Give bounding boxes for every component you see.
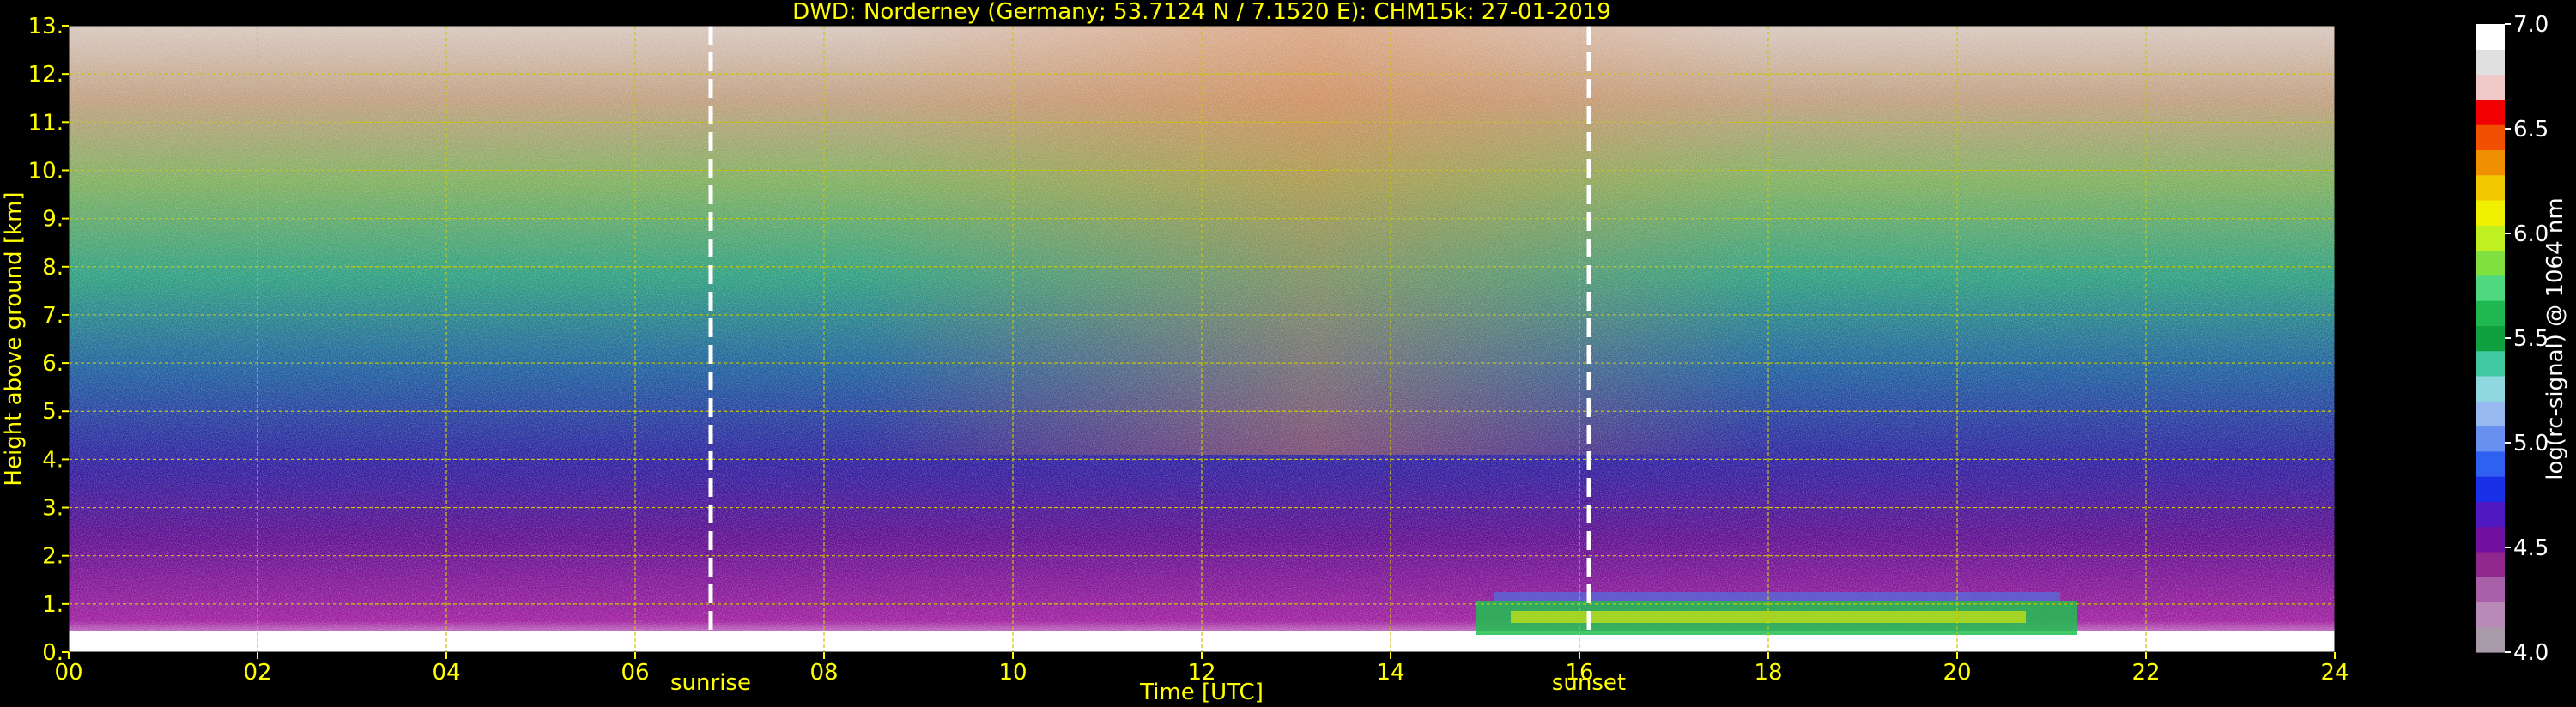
colorbar-segment xyxy=(2476,99,2505,125)
colorbar-segment xyxy=(2476,526,2505,553)
y-tick-label: 5. xyxy=(42,399,64,425)
colorbar-segment xyxy=(2476,74,2505,100)
colorbar-segment xyxy=(2476,225,2505,251)
chart-title: DWD: Norderney (Germany; 53.7124 N / 7.1… xyxy=(792,0,1611,25)
x-tick-label: 24 xyxy=(2320,660,2349,686)
colorbar-segment xyxy=(2476,375,2505,402)
colorbar-segment xyxy=(2476,250,2505,276)
x-tick-label: 10 xyxy=(998,660,1027,686)
colorbar-segment xyxy=(2476,49,2505,76)
y-tick-label: 9. xyxy=(42,207,64,233)
x-axis-label: Time [UTC] xyxy=(1139,680,1264,705)
x-tick-label: 22 xyxy=(2131,660,2160,686)
colorbar-segment xyxy=(2476,450,2505,477)
colorbar-segment xyxy=(2476,24,2505,50)
y-tick-label: 11. xyxy=(28,110,64,136)
colorbar-segment xyxy=(2476,124,2505,150)
x-tick-label: 06 xyxy=(621,660,649,686)
colorbar-segment xyxy=(2476,149,2505,176)
x-tick-label: 16 xyxy=(1565,660,1593,686)
colorbar-tick-label: 4.5 xyxy=(2513,535,2549,561)
colorbar-segment xyxy=(2476,199,2505,226)
ceilometer-figure: sunrise sunset 00 02 04 06 08 10 12 14 16 18 20 22 24… xyxy=(1,0,2568,705)
colorbar-tick-label: 4.0 xyxy=(2513,640,2549,666)
y-tick-label: 13. xyxy=(28,14,64,39)
colorbar-tick-label: 6.5 xyxy=(2513,117,2549,142)
y-tick-label: 7. xyxy=(42,303,64,329)
y-tick-label: 3. xyxy=(42,496,64,522)
x-tick-label: 04 xyxy=(432,660,460,686)
y-tick-label: 6. xyxy=(42,351,64,377)
afternoon-aerosol-top xyxy=(1494,592,2060,601)
colorbar-segment xyxy=(2476,275,2505,301)
sunrise-label: sunrise xyxy=(670,670,751,696)
y-tick-label: 0. xyxy=(42,640,64,666)
colorbar-label: log(rc-signal) @ 1064 nm xyxy=(2543,197,2568,480)
colorbar xyxy=(2476,24,2505,653)
y-tick-label: 2. xyxy=(42,544,64,570)
y-axis-ticks: 0. 1. 2. 3. 4. 5. 6. 7. 8. 9. 10. 11. 12. 13. xyxy=(28,14,69,666)
x-tick-label: 18 xyxy=(1754,660,1782,686)
colorbar-segment xyxy=(2476,426,2505,452)
y-tick-label: 1. xyxy=(42,592,64,618)
y-axis-label: Height above ground [km] xyxy=(1,191,27,486)
colorbar-segment xyxy=(2476,577,2505,603)
y-tick-label: 8. xyxy=(42,255,64,281)
x-tick-label: 08 xyxy=(809,660,838,686)
colorbar-segment xyxy=(2476,401,2505,427)
colorbar-segment xyxy=(2476,325,2505,352)
colorbar-segment xyxy=(2476,476,2505,502)
colorbar-segment xyxy=(2476,626,2505,653)
colorbar-segment xyxy=(2476,350,2505,377)
colorbar-segment xyxy=(2476,174,2505,201)
colorbar-segment xyxy=(2476,601,2505,628)
x-tick-label: 02 xyxy=(243,660,271,686)
colorbar-tick-label: 7.0 xyxy=(2513,12,2549,38)
colorbar-segment xyxy=(2476,551,2505,577)
colorbar-segment xyxy=(2476,300,2505,326)
x-tick-label: 20 xyxy=(1943,660,1971,686)
colorbar-segment xyxy=(2476,501,2505,528)
y-tick-label: 12. xyxy=(28,62,64,88)
y-tick-label: 4. xyxy=(42,447,64,473)
x-tick-label: 14 xyxy=(1376,660,1404,686)
y-tick-label: 10. xyxy=(28,158,64,184)
